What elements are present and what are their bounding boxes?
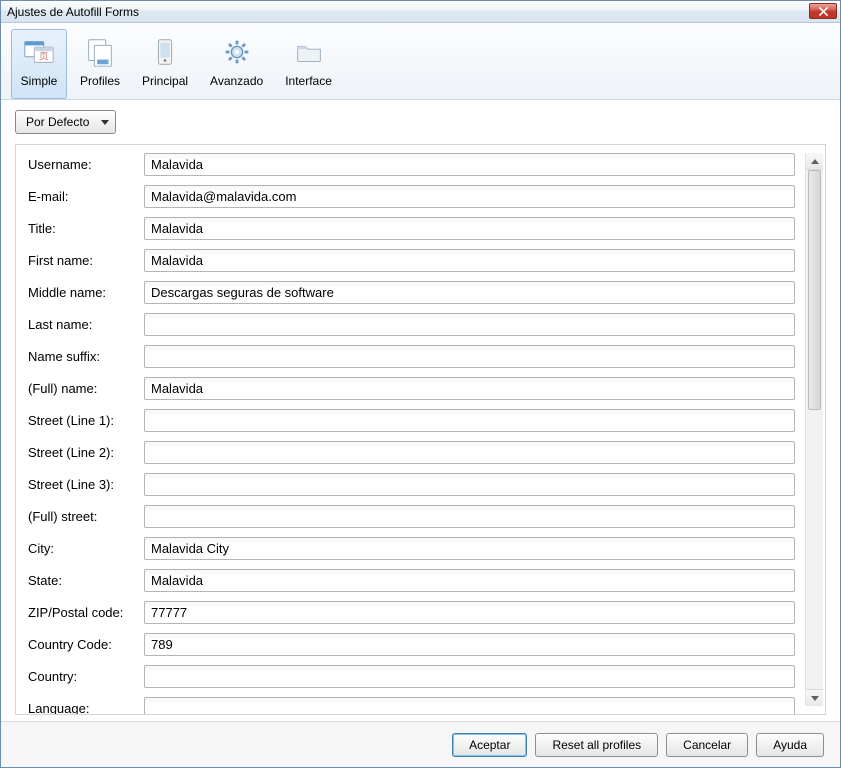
simple-icon: 页 (21, 34, 57, 70)
field-row: ZIP/Postal code: (26, 601, 795, 624)
field-label: Country Code: (26, 637, 144, 652)
field-label: Last name: (26, 317, 144, 332)
content-area: Por Defecto Username: E-mail: Title: First … (1, 100, 840, 721)
field-label: Country: (26, 669, 144, 684)
field-input[interactable] (144, 441, 795, 464)
field-input[interactable] (144, 345, 795, 368)
tab-simple[interactable]: 页 Simple (11, 29, 67, 99)
field-row: Street (Line 1): (26, 409, 795, 432)
tab-label: Profiles (80, 74, 120, 88)
field-input[interactable] (144, 473, 795, 496)
field-label: Title: (26, 221, 144, 236)
principal-icon (147, 34, 183, 70)
field-input[interactable] (144, 505, 795, 528)
help-button[interactable]: Ayuda (756, 733, 824, 757)
field-label: Username: (26, 157, 144, 172)
field-label: Language: (26, 701, 144, 715)
field-label: Street (Line 1): (26, 413, 144, 428)
field-input[interactable] (144, 665, 795, 688)
field-row: (Full) street: (26, 505, 795, 528)
profile-dropdown[interactable]: Por Defecto (15, 110, 116, 134)
scroll-down-button[interactable] (806, 689, 823, 706)
fields-list: Username: E-mail: Title: First name: Middle … (26, 153, 805, 706)
close-button[interactable] (809, 3, 837, 19)
field-label: First name: (26, 253, 144, 268)
field-input[interactable] (144, 313, 795, 336)
field-row: City: (26, 537, 795, 560)
tab-principal[interactable]: Principal (133, 29, 197, 99)
field-row: Country: (26, 665, 795, 688)
field-input[interactable] (144, 537, 795, 560)
field-label: City: (26, 541, 144, 556)
field-label: Street (Line 3): (26, 477, 144, 492)
folder-icon (291, 34, 327, 70)
field-label: ZIP/Postal code: (26, 605, 144, 620)
field-label: Middle name: (26, 285, 144, 300)
tab-label: Simple (21, 74, 58, 88)
field-input[interactable] (144, 377, 795, 400)
field-input[interactable] (144, 217, 795, 240)
chevron-down-icon (101, 120, 109, 125)
form-panel: Username: E-mail: Title: First name: Middle … (15, 144, 826, 715)
field-row: Last name: (26, 313, 795, 336)
field-input[interactable] (144, 409, 795, 432)
field-row: Title: (26, 217, 795, 240)
gear-icon (219, 34, 255, 70)
profiles-icon (82, 34, 118, 70)
footer: Aceptar Reset all profiles Cancelar Ayud… (1, 721, 840, 767)
reset-profiles-button[interactable]: Reset all profiles (535, 733, 658, 757)
field-row: First name: (26, 249, 795, 272)
scroll-up-button[interactable] (806, 153, 823, 170)
tab-avanzado[interactable]: Avanzado (201, 29, 272, 99)
field-row: Language: (26, 697, 795, 715)
field-input[interactable] (144, 153, 795, 176)
tab-label: Principal (142, 74, 188, 88)
accept-button[interactable]: Aceptar (452, 733, 527, 757)
field-row: Username: (26, 153, 795, 176)
field-input[interactable] (144, 249, 795, 272)
field-row: E-mail: (26, 185, 795, 208)
field-row: Name suffix: (26, 345, 795, 368)
triangle-down-icon (811, 696, 819, 701)
settings-window: Ajustes de Autofill Forms 页 Simple (0, 0, 841, 768)
triangle-up-icon (811, 159, 819, 164)
field-label: E-mail: (26, 189, 144, 204)
field-input[interactable] (144, 697, 795, 715)
field-input[interactable] (144, 185, 795, 208)
field-row: Street (Line 3): (26, 473, 795, 496)
dropdown-selected: Por Defecto (26, 115, 89, 129)
field-input[interactable] (144, 633, 795, 656)
field-row: State: (26, 569, 795, 592)
field-input[interactable] (144, 281, 795, 304)
toolbar: 页 Simple Profiles (1, 23, 840, 100)
field-label: Name suffix: (26, 349, 144, 364)
field-row: (Full) name: (26, 377, 795, 400)
tab-profiles[interactable]: Profiles (71, 29, 129, 99)
scrollbar[interactable] (805, 153, 823, 706)
tab-label: Interface (285, 74, 332, 88)
tab-label: Avanzado (210, 74, 263, 88)
close-icon (819, 7, 828, 16)
tab-interface[interactable]: Interface (276, 29, 341, 99)
field-label: (Full) street: (26, 509, 144, 524)
window-title: Ajustes de Autofill Forms (7, 5, 139, 19)
field-label: Street (Line 2): (26, 445, 144, 460)
field-label: State: (26, 573, 144, 588)
field-input[interactable] (144, 569, 795, 592)
scroll-thumb[interactable] (808, 170, 821, 410)
titlebar: Ajustes de Autofill Forms (1, 1, 840, 23)
field-row: Middle name: (26, 281, 795, 304)
field-row: Street (Line 2): (26, 441, 795, 464)
cancel-button[interactable]: Cancelar (666, 733, 748, 757)
field-row: Country Code: (26, 633, 795, 656)
field-label: (Full) name: (26, 381, 144, 396)
field-input[interactable] (144, 601, 795, 624)
svg-text:页: 页 (39, 52, 48, 63)
